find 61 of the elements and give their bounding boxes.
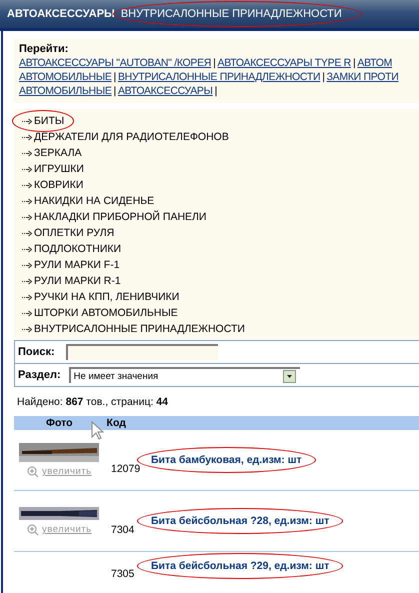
category-item[interactable]: ДЕРЖАТЕЛИ ДЛЯ РАДИОТЕЛЕФОНОВ [34,131,229,143]
category-item[interactable]: РУЛИ МАРКИ F-1 [34,259,120,271]
column-header: Фото [46,417,73,429]
arrow-icon [22,166,33,172]
category-link[interactable]: АВТОМОБИЛЬНЫЕ [19,71,112,83]
zoom-in-icon [27,466,39,478]
section-label: Раздел: [18,369,61,381]
category-item[interactable]: РУЧКИ НА КПП, ЛЕНИВЧИКИ [34,291,180,303]
arrow-icon [22,214,33,220]
separator: | [213,57,216,69]
category-item[interactable]: ОПЛЕТКИ РУЛЯ [34,227,114,239]
arrow-icon [22,198,33,204]
cursor-icon [91,421,104,440]
arrow-icon [22,326,33,332]
arrow-icon [22,182,33,188]
subsection-title[interactable]: ВНУТРИСАЛОННЫЕ ПРИНАДЛЕЖНОСТИ [120,8,342,20]
column-header: Код [106,417,126,429]
category-item[interactable]: ШТОРКИ АВТОМОБИЛЬНЫЕ [34,307,178,319]
category-item[interactable]: НАКИДКИ НА СИДЕНЬЕ [34,195,154,207]
category-link[interactable]: ЗАМКИ ПРОТИ [326,71,398,83]
category-link[interactable]: ВНУТРИСАЛОННЫЕ ПРИНАДЛЕЖНОСТИ [118,71,320,83]
category-item[interactable]: КОВРИКИ [34,179,84,191]
separator: | [114,85,116,97]
category-item[interactable]: ЗЕРКАЛА [34,147,82,159]
category-item[interactable]: ВНУТРИСАЛОННЫЕ ПРИНАДЛЕЖНОСТИ [34,323,245,335]
search-label: Поиск: [18,346,55,358]
separator: | [322,71,325,83]
category-link[interactable]: АВТОМ [357,57,392,69]
separator: | [114,71,116,83]
category-link[interactable]: АВТОАКСЕССУАРЫ "AUTOBAN" /КОРЕЯ [19,57,212,69]
search-field[interactable] [66,344,218,360]
product-name[interactable]: Бита бамбуковая, ед.изм: шт [151,454,302,466]
arrow-icon [22,278,33,284]
category-item[interactable]: БИТЫ [34,115,64,127]
category-item[interactable]: НАКЛАДКИ ПРИБОРНОЙ ПАНЕЛИ [34,211,206,223]
category-item[interactable]: РУЛИ МАРКИ R-1 [34,275,121,287]
section-dropdown[interactable]: Не имеет значения [68,367,300,383]
arrow-icon [22,310,33,316]
product-name[interactable]: Бита бейсбольная ?29, ед.изм: шт [151,560,330,572]
goto-label: Перейти: [19,43,68,55]
category-item[interactable]: ПОДЛОКОТНИКИ [34,243,122,255]
product-code: 12079 [111,463,142,475]
arrow-icon [22,134,33,140]
product-name[interactable]: Бита бейсбольная ?28, ед.изм: шт [151,515,330,527]
product-code: 7304 [111,524,136,536]
separator: | [214,85,218,97]
category-link[interactable]: АВТОМОБИЛЬНЫЕ [19,85,112,97]
zoom-in-icon [27,524,39,536]
arrow-icon [22,118,33,124]
arrow-icon [22,230,33,236]
arrow-icon [22,262,33,268]
section-title[interactable]: АВТОАКСЕССУАРЫ [7,8,115,20]
results-count: Найдено: 867 тов., страниц: 44 [17,396,169,408]
category-link[interactable]: АВТОАКСЕССУАРЫ TYPE R [218,57,351,69]
category-link[interactable]: АВТОАКСЕССУАРЫ [118,85,213,97]
arrow-icon [22,246,33,252]
arrow-icon [22,150,33,156]
arrow-icon [22,294,33,300]
category-item[interactable]: ИГРУШКИ [34,163,84,175]
product-code: 7305 [111,568,136,580]
separator: | [352,57,356,69]
